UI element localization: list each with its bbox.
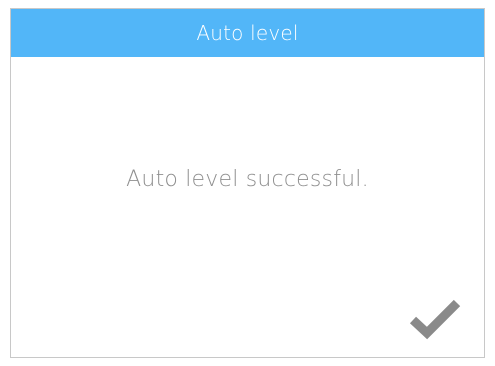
dialog-title: Auto level: [196, 21, 299, 45]
title-bar: Auto level: [11, 9, 484, 57]
confirm-button[interactable]: [407, 295, 463, 343]
checkmark-icon: [409, 299, 461, 340]
status-message: Auto level successful.: [126, 167, 369, 192]
auto-level-dialog: Auto level Auto level successful.: [10, 8, 485, 358]
